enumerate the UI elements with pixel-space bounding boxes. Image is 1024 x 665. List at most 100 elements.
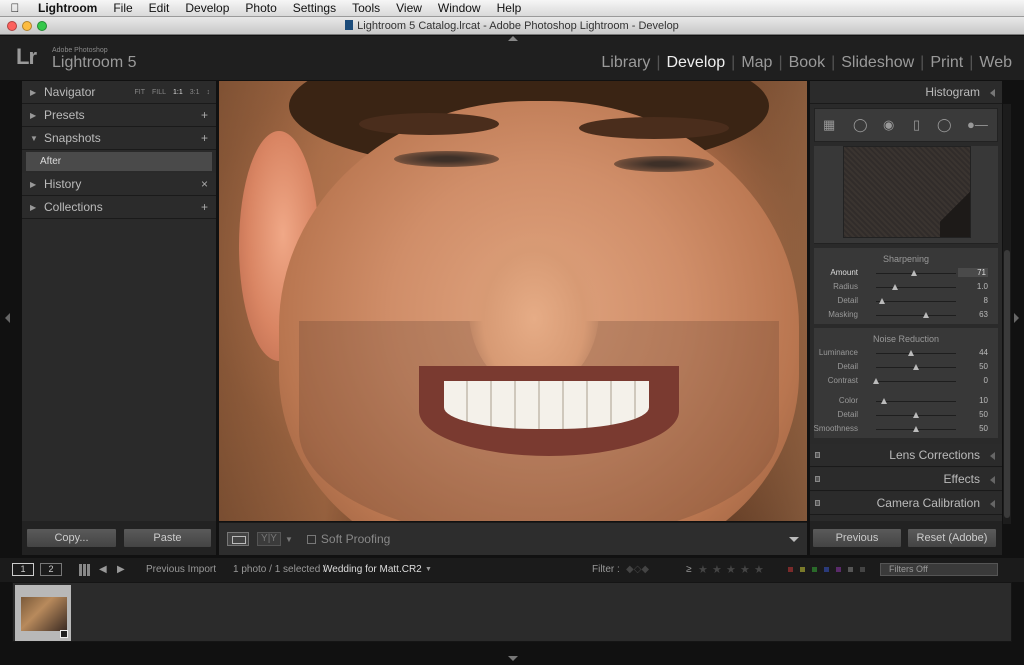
top-panel-toggle-icon[interactable] [508,36,518,41]
left-panel-toggle-icon[interactable] [5,313,10,323]
slider-thumb[interactable] [873,378,879,384]
slider-thumb[interactable] [879,298,886,304]
star-icon[interactable]: ★ [740,563,750,576]
soft-proofing-checkbox[interactable] [306,534,316,544]
presets-header[interactable]: ▶ Presets + [22,104,216,127]
slider-luminance-detail[interactable]: Detail 50 [814,360,998,374]
slider-value[interactable]: 50 [958,424,988,433]
zoom-1-1[interactable]: 1:1 [173,89,183,96]
slider-track[interactable] [876,287,956,288]
custom-label-icon[interactable] [848,567,853,572]
snapshot-item-after[interactable]: After [26,152,212,171]
spot-removal-icon[interactable]: ◯ [853,117,868,133]
slider-amount[interactable]: Amount 71 [814,266,998,280]
slider-value[interactable]: 44 [958,348,988,357]
module-map[interactable]: Map [735,54,778,72]
slider-thumb[interactable] [892,284,899,290]
clear-history-button[interactable]: × [201,177,208,191]
source-label[interactable]: Previous Import [146,564,216,575]
slider-thumb[interactable] [910,270,917,276]
apple-icon[interactable]:  [0,1,30,15]
slider-value[interactable]: 63 [958,310,988,319]
module-book[interactable]: Book [783,54,831,72]
slider-value[interactable]: 8 [958,296,988,305]
slider-detail[interactable]: Detail 8 [814,294,998,308]
star-icon[interactable]: ★ [698,563,708,576]
history-header[interactable]: ▶ History × [22,173,216,196]
zoom-window-button[interactable] [37,21,47,31]
star-icon[interactable]: ★ [712,563,722,576]
reset-adobe-button[interactable]: Reset (Adobe) [907,528,997,548]
before-after-button[interactable]: Y|Y [257,532,281,546]
graduated-filter-icon[interactable]: ▯ [913,117,920,133]
panel-switch-icon[interactable] [815,476,820,482]
forward-arrow-icon[interactable]: ▶ [117,564,125,575]
histogram-header[interactable]: Histogram [810,81,1002,104]
purple-label-icon[interactable] [836,567,841,572]
slider-masking[interactable]: Masking 63 [814,308,998,322]
photo-canvas[interactable] [219,81,807,521]
module-slideshow[interactable]: Slideshow [835,54,920,72]
red-label-icon[interactable] [788,567,793,572]
previous-button[interactable]: Previous [812,528,902,548]
rating-operator-icon[interactable]: ≥ [686,564,692,575]
slider-color[interactable]: Color 10 [814,394,998,408]
green-label-icon[interactable] [812,567,817,572]
slider-thumb[interactable] [913,426,919,432]
slider-value[interactable]: 71 [958,268,988,277]
module-web[interactable]: Web [973,54,1018,72]
slider-value[interactable]: 50 [958,362,988,371]
star-icon[interactable]: ★ [726,563,736,576]
menu-lightroom[interactable]: Lightroom [30,1,105,15]
slider-color-detail[interactable]: Detail 50 [814,408,998,422]
module-develop[interactable]: Develop [660,54,731,72]
zoom-stepper-icon[interactable]: ↕ [207,89,211,96]
copy-button[interactable]: Copy... [26,528,117,548]
slider-thumb[interactable] [913,412,919,418]
snapshots-header[interactable]: ▼ Snapshots + [22,127,216,150]
back-arrow-icon[interactable]: ◀ [99,564,107,575]
second-window-button[interactable]: 2 [40,563,62,576]
add-snapshot-button[interactable]: + [201,131,208,145]
right-panel-scrollbar[interactable] [1003,104,1011,524]
blue-label-icon[interactable] [824,567,829,572]
slider-track[interactable] [876,353,956,354]
menu-edit[interactable]: Edit [141,1,178,15]
filename-dropdown-icon[interactable]: ▼ [425,566,432,573]
add-preset-button[interactable]: + [201,108,208,122]
before-after-dropdown-icon[interactable]: ▼ [285,535,293,544]
panel-switch-icon[interactable] [815,452,820,458]
slider-track[interactable] [876,315,956,316]
module-print[interactable]: Print [924,54,969,72]
add-collection-button[interactable]: + [201,200,208,214]
toolbar-menu-icon[interactable] [789,537,799,542]
menu-settings[interactable]: Settings [285,1,344,15]
slider-contrast[interactable]: Contrast 0 [814,374,998,388]
loupe-view-button[interactable] [227,532,249,546]
slider-radius[interactable]: Radius 1.0 [814,280,998,294]
menu-view[interactable]: View [388,1,430,15]
module-library[interactable]: Library [595,54,656,72]
slider-thumb[interactable] [881,398,887,404]
slider-luminance[interactable]: Luminance 44 [814,346,998,360]
zoom-3-1[interactable]: 3:1 [190,89,200,96]
no-label-icon[interactable] [860,567,865,572]
slider-thumb[interactable] [908,350,915,356]
navigator-header[interactable]: ▶ Navigator FIT FILL 1:1 3:1 ↕ [22,81,216,104]
slider-smoothness[interactable]: Smoothness 50 [814,422,998,436]
menu-window[interactable]: Window [430,1,489,15]
slider-value[interactable]: 1.0 [958,282,988,291]
star-icon[interactable]: ★ [754,563,764,576]
filters-dropdown[interactable]: Filters Off [880,563,998,576]
filmstrip-thumbnail[interactable] [15,585,71,641]
slider-value[interactable]: 0 [958,376,988,385]
menu-file[interactable]: File [105,1,140,15]
zoom-fill[interactable]: FILL [152,89,166,96]
right-panel-toggle-icon[interactable] [1014,313,1019,323]
slider-track[interactable] [876,401,956,402]
slider-track[interactable] [876,301,956,302]
detail-preview-image[interactable] [843,146,971,238]
lens-corrections-header[interactable]: Lens Corrections [810,444,1002,467]
menu-photo[interactable]: Photo [237,1,284,15]
grid-view-icon[interactable] [79,564,91,576]
